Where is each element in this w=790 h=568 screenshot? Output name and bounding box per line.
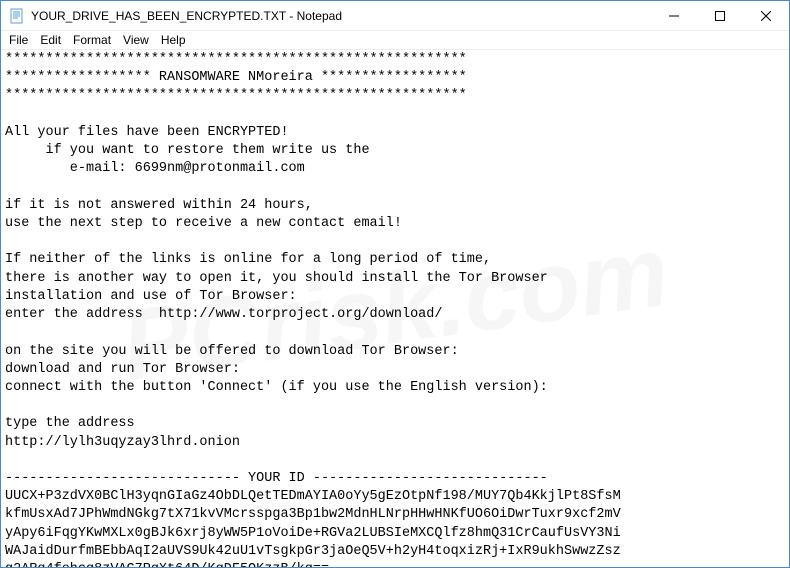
- menubar: File Edit Format View Help: [1, 31, 789, 50]
- menu-view[interactable]: View: [117, 32, 155, 48]
- maximize-button[interactable]: [697, 1, 743, 30]
- menu-help[interactable]: Help: [155, 32, 192, 48]
- menu-edit[interactable]: Edit: [34, 32, 67, 48]
- notepad-icon: [9, 8, 25, 24]
- window-controls: [651, 1, 789, 30]
- minimize-button[interactable]: [651, 1, 697, 30]
- menu-file[interactable]: File: [3, 32, 34, 48]
- close-button[interactable]: [743, 1, 789, 30]
- titlebar: YOUR_DRIVE_HAS_BEEN_ENCRYPTED.TXT - Note…: [1, 1, 789, 31]
- window-title: YOUR_DRIVE_HAS_BEEN_ENCRYPTED.TXT - Note…: [31, 9, 651, 23]
- menu-format[interactable]: Format: [67, 32, 117, 48]
- text-editor-area[interactable]: PCrisk.com *****************************…: [1, 50, 789, 567]
- document-content[interactable]: ****************************************…: [1, 50, 789, 567]
